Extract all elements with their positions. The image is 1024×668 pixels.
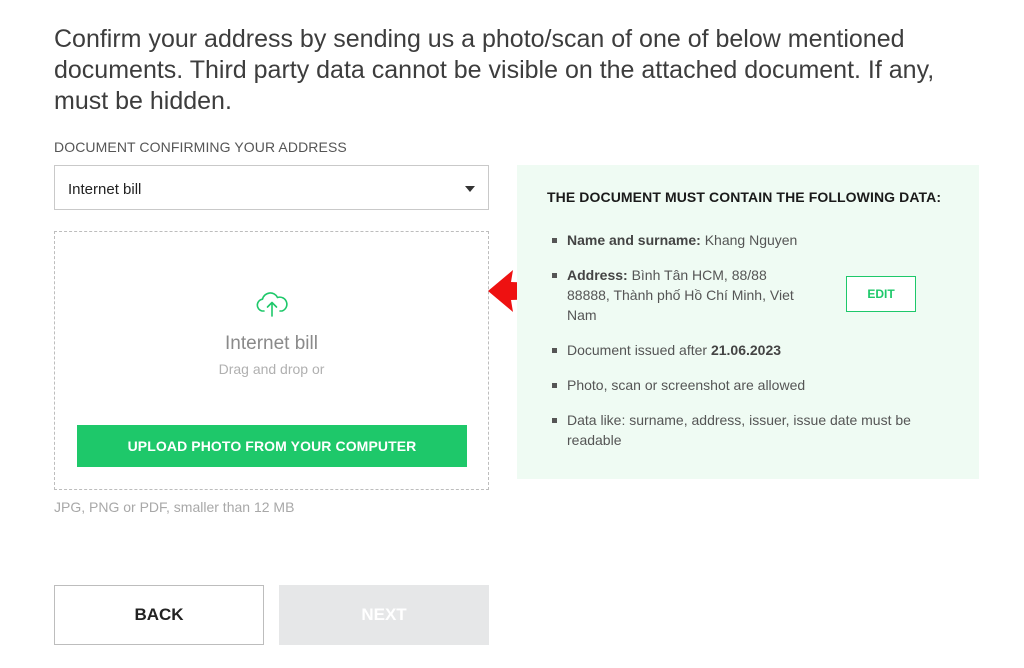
requirement-value: Khang Nguyen (704, 232, 798, 248)
requirement-text: Document issued after (567, 342, 708, 358)
selected-document-type: Internet bill (68, 181, 142, 198)
next-button[interactable]: NEXT (279, 585, 489, 645)
requirement-label: Name and surname: (567, 232, 701, 248)
dropzone-subtitle: Drag and drop or (218, 361, 325, 377)
requirement-issue-date: Document issued after 21.06.2023 (551, 340, 782, 360)
requirement-text: readable (567, 432, 622, 448)
document-type-select[interactable]: Internet bill (54, 165, 489, 210)
requirement-label: Address: (567, 267, 628, 283)
file-format-hint: JPG, PNG or PDF, smaller than 12 MB (54, 499, 295, 515)
dropzone-title: Internet bill (225, 333, 318, 354)
requirement-address: Address: Bình Tân HCM, 88/88 88888, Thàn… (552, 265, 827, 325)
requirements-panel: THE DOCUMENT MUST CONTAIN THE FOLLOWING … (517, 165, 979, 479)
file-dropzone[interactable]: Internet bill Drag and drop or UPLOAD PH… (54, 231, 489, 490)
cloud-upload-icon (256, 292, 288, 317)
document-select-label: DOCUMENT CONFIRMING YOUR ADDRESS (54, 139, 347, 155)
requirement-text: Data like: surname, address, issuer, iss… (567, 412, 911, 428)
requirement-name: Name and surname: Khang Nguyen (551, 230, 798, 250)
requirement-value: Bình Tân HCM, 88/88 (631, 267, 767, 283)
requirement-readable: Data like: surname, address, issuer, iss… (552, 410, 911, 450)
requirement-value: Nam (567, 307, 597, 323)
requirement-date: 21.06.2023 (710, 342, 782, 358)
requirement-format: Photo, scan or screenshot are allowed (551, 375, 806, 395)
requirement-value: 88888, Thành phố Hồ Chí Minh, Viet (567, 287, 794, 303)
back-button[interactable]: BACK (54, 585, 264, 645)
intro-text: Confirm your address by sending us a pho… (54, 25, 935, 115)
requirement-text: Photo, scan or screenshot are allowed (567, 377, 806, 393)
chevron-down-icon (465, 186, 475, 192)
requirements-title: THE DOCUMENT MUST CONTAIN THE FOLLOWING … (547, 189, 942, 205)
upload-photo-button[interactable]: UPLOAD PHOTO FROM YOUR COMPUTER (77, 425, 467, 467)
edit-address-button[interactable]: EDIT (846, 276, 916, 312)
